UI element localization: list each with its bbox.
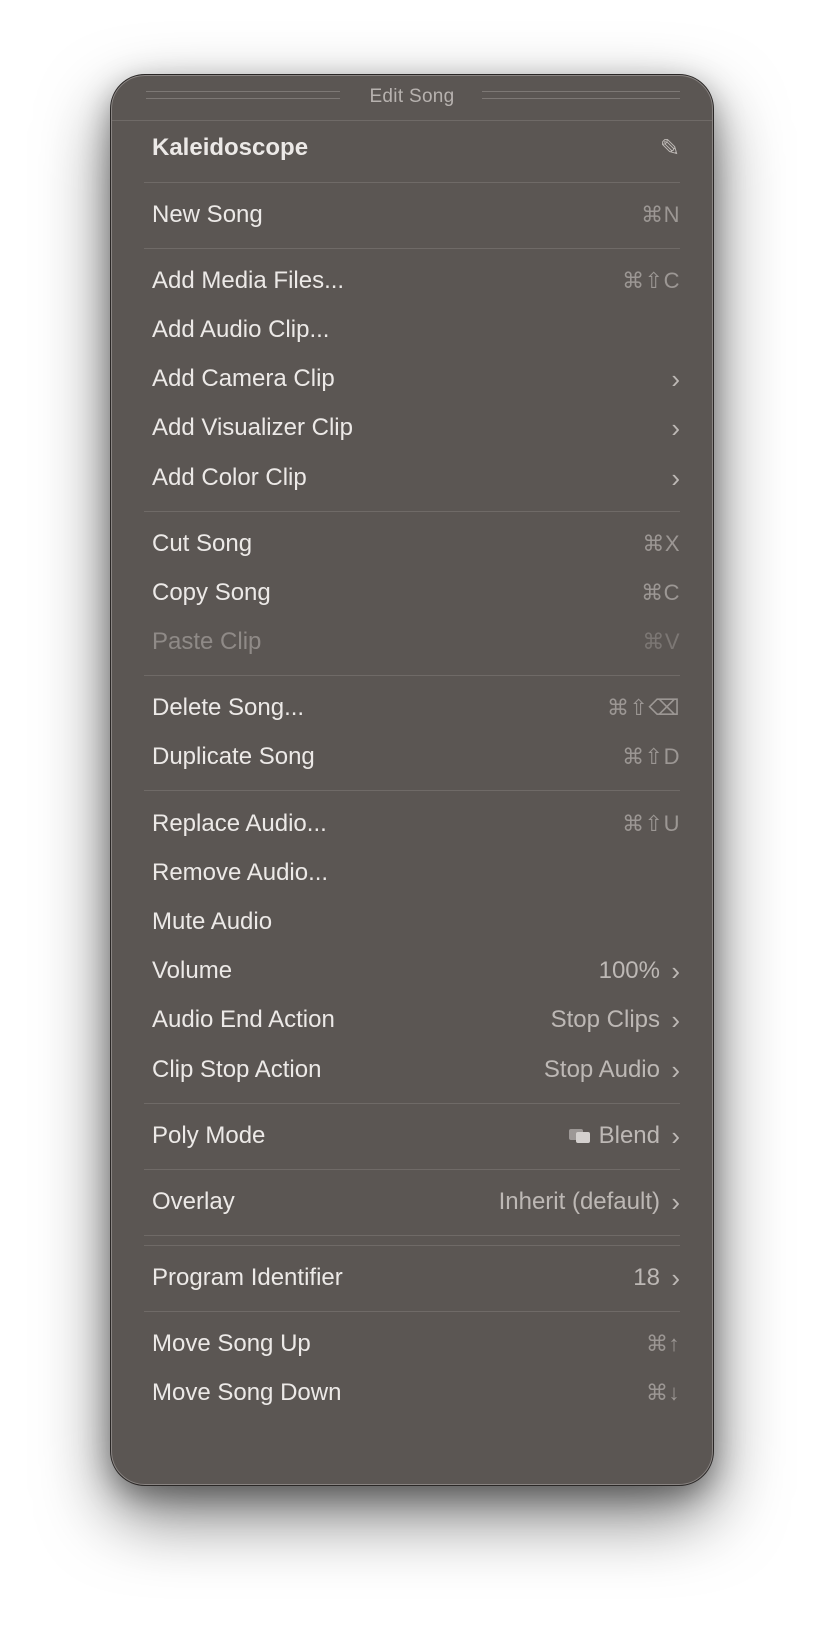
separator bbox=[144, 1245, 680, 1246]
menu-item-remove-audio[interactable]: Remove Audio... bbox=[152, 853, 680, 893]
audio-end-action-label: Audio End Action bbox=[152, 1006, 335, 1033]
menu-item-mute-audio[interactable]: Mute Audio bbox=[152, 902, 680, 942]
menu-item-audio-end-action[interactable]: Audio End Action Stop Clips › bbox=[152, 1000, 680, 1040]
blend-icon bbox=[568, 1129, 591, 1143]
chevron-right-icon: › bbox=[671, 1187, 680, 1217]
paste-clip-shortcut: ⌘V bbox=[642, 629, 680, 654]
replace-audio-shortcut: ⌘⇧U bbox=[622, 811, 680, 836]
chevron-right-icon: › bbox=[671, 956, 680, 986]
menu-item-delete-song[interactable]: Delete Song... ⌘⇧⌫ bbox=[152, 688, 680, 728]
menu-item-new-song[interactable]: New Song ⌘N bbox=[152, 195, 680, 235]
chevron-right-icon: › bbox=[671, 1263, 680, 1293]
chevron-right-icon: › bbox=[671, 1121, 680, 1151]
menu-item-add-visualizer-clip[interactable]: Add Visualizer Clip › bbox=[152, 408, 680, 448]
chevron-right-icon: › bbox=[671, 413, 680, 443]
menu-item-volume[interactable]: Volume 100% › bbox=[152, 951, 680, 991]
audio-end-action-value: Stop Clips bbox=[550, 1006, 660, 1033]
separator bbox=[144, 1103, 680, 1104]
menu-item-add-audio-clip[interactable]: Add Audio Clip... bbox=[152, 310, 680, 350]
chevron-right-icon: › bbox=[671, 1005, 680, 1035]
separator bbox=[144, 1235, 680, 1236]
pencil-icon[interactable]: ✎ bbox=[660, 134, 680, 163]
separator bbox=[144, 182, 680, 183]
menu-item-replace-audio[interactable]: Replace Audio... ⌘⇧U bbox=[152, 804, 680, 844]
menu-item-program-identifier[interactable]: Program Identifier 18 › bbox=[152, 1258, 680, 1298]
grip-lines-right bbox=[482, 91, 680, 99]
duplicate-song-label: Duplicate Song bbox=[152, 743, 315, 770]
copy-song-label: Copy Song bbox=[152, 579, 271, 606]
chevron-right-icon: › bbox=[671, 463, 680, 493]
menu-item-duplicate-song[interactable]: Duplicate Song ⌘⇧D bbox=[152, 737, 680, 777]
separator bbox=[144, 1169, 680, 1170]
volume-label: Volume bbox=[152, 957, 233, 984]
overlay-label: Overlay bbox=[152, 1188, 235, 1215]
new-song-label: New Song bbox=[152, 201, 263, 228]
add-camera-clip-label: Add Camera Clip bbox=[152, 365, 335, 392]
menu-item-add-media-files[interactable]: Add Media Files... ⌘⇧C bbox=[152, 261, 680, 301]
new-song-shortcut: ⌘N bbox=[641, 202, 680, 227]
menu-item-paste-clip: Paste Clip ⌘V bbox=[152, 622, 680, 662]
add-color-clip-label: Add Color Clip bbox=[152, 464, 307, 491]
separator bbox=[144, 1311, 680, 1312]
menu-item-add-color-clip[interactable]: Add Color Clip › bbox=[152, 458, 680, 498]
add-media-files-shortcut: ⌘⇧C bbox=[622, 268, 680, 293]
cut-song-shortcut: ⌘X bbox=[642, 531, 680, 556]
poly-mode-value: Blend bbox=[598, 1122, 660, 1149]
move-song-up-shortcut: ⌘↑ bbox=[646, 1331, 680, 1356]
menu-title-bar[interactable]: Edit Song bbox=[112, 76, 712, 121]
menu-item-poly-mode[interactable]: Poly Mode Blend › bbox=[152, 1116, 680, 1156]
clip-stop-action-label: Clip Stop Action bbox=[152, 1056, 322, 1083]
menu-item-add-camera-clip[interactable]: Add Camera Clip › bbox=[152, 359, 680, 399]
cut-song-label: Cut Song bbox=[152, 530, 253, 557]
add-media-files-label: Add Media Files... bbox=[152, 267, 345, 294]
program-identifier-label: Program Identifier bbox=[152, 1264, 343, 1291]
remove-audio-label: Remove Audio... bbox=[152, 859, 329, 886]
edit-song-menu: Edit Song Kaleidoscope ✎ New Song ⌘N Add… bbox=[111, 75, 713, 1485]
menu-item-overlay[interactable]: Overlay Inherit (default) › bbox=[152, 1182, 680, 1222]
overlay-value: Inherit (default) bbox=[498, 1188, 660, 1215]
move-song-up-label: Move Song Up bbox=[152, 1330, 311, 1357]
menu-item-move-song-down[interactable]: Move Song Down ⌘↓ bbox=[152, 1373, 680, 1413]
copy-song-shortcut: ⌘C bbox=[641, 580, 680, 605]
delete-song-label: Delete Song... bbox=[152, 694, 305, 721]
menu-item-cut-song[interactable]: Cut Song ⌘X bbox=[152, 524, 680, 564]
poly-mode-value-group: Blend bbox=[568, 1122, 660, 1150]
add-visualizer-clip-label: Add Visualizer Clip bbox=[152, 414, 353, 441]
mute-audio-label: Mute Audio bbox=[152, 908, 273, 935]
poly-mode-label: Poly Mode bbox=[152, 1122, 266, 1149]
add-audio-clip-label: Add Audio Clip... bbox=[152, 316, 330, 343]
separator bbox=[144, 248, 680, 249]
menu-item-copy-song[interactable]: Copy Song ⌘C bbox=[152, 573, 680, 613]
menu-item-move-song-up[interactable]: Move Song Up ⌘↑ bbox=[152, 1324, 680, 1364]
clip-stop-action-value: Stop Audio bbox=[543, 1056, 660, 1083]
chevron-right-icon: › bbox=[671, 364, 680, 394]
move-song-down-shortcut: ⌘↓ bbox=[646, 1380, 680, 1405]
duplicate-song-shortcut: ⌘⇧D bbox=[622, 744, 680, 769]
program-identifier-value: 18 bbox=[633, 1264, 660, 1291]
separator bbox=[144, 511, 680, 512]
menu-item-clip-stop-action[interactable]: Clip Stop Action Stop Audio › bbox=[152, 1050, 680, 1090]
delete-song-shortcut: ⌘⇧⌫ bbox=[606, 695, 680, 720]
separator bbox=[144, 675, 680, 676]
chevron-right-icon: › bbox=[671, 1055, 680, 1085]
replace-audio-label: Replace Audio... bbox=[152, 810, 327, 837]
separator bbox=[144, 790, 680, 791]
move-song-down-label: Move Song Down bbox=[152, 1379, 342, 1406]
song-name-label: Kaleidoscope bbox=[152, 134, 309, 161]
paste-clip-label: Paste Clip bbox=[152, 628, 262, 655]
menu-item-song-name[interactable]: Kaleidoscope ✎ bbox=[152, 128, 680, 168]
volume-value: 100% bbox=[598, 957, 660, 984]
